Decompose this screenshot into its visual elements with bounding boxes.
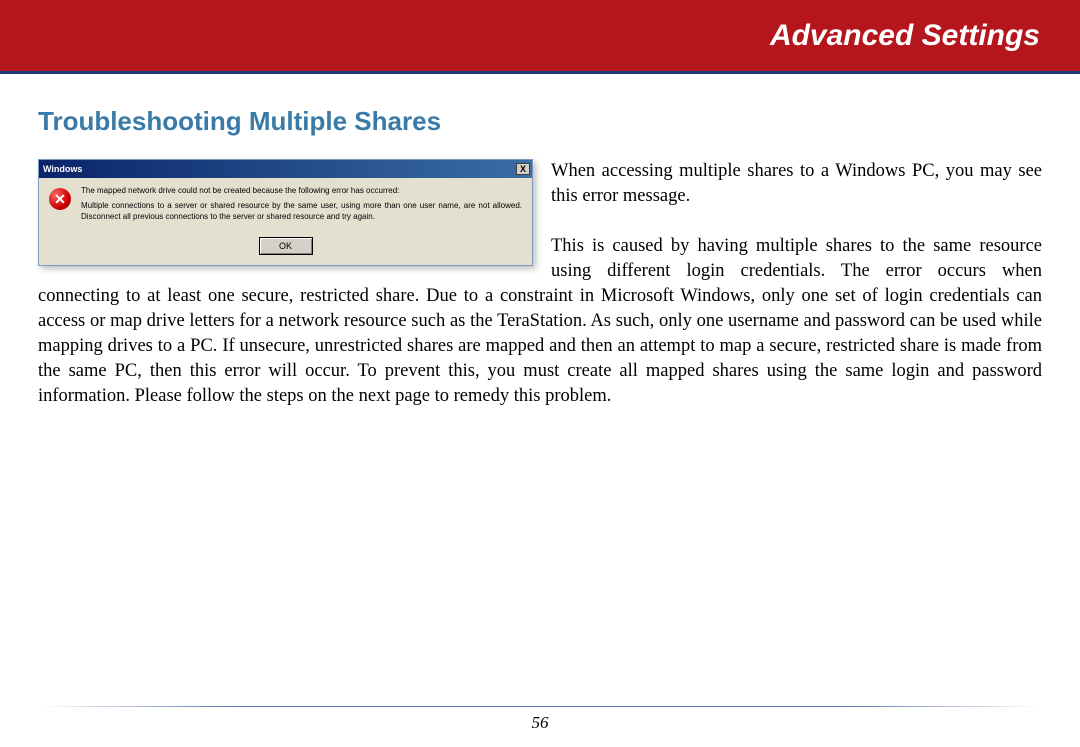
error-icon: ✕ (49, 188, 71, 210)
error-dialog-screenshot: Windows X ✕ The mapped network drive cou… (38, 159, 533, 266)
page-footer: 56 (0, 706, 1080, 733)
dialog-body: ✕ The mapped network drive could not be … (39, 178, 532, 237)
paragraph-1: When accessing multiple shares to a Wind… (551, 161, 1042, 206)
footer-rule (40, 706, 1040, 707)
header-band: Advanced Settings (0, 0, 1080, 74)
close-icon[interactable]: X (516, 163, 530, 175)
dialog-text: The mapped network drive could not be cr… (81, 186, 522, 227)
page-header-title: Advanced Settings (770, 19, 1040, 53)
ok-button[interactable]: OK (259, 237, 313, 255)
dialog-line-1: The mapped network drive could not be cr… (81, 186, 522, 196)
page-number: 56 (532, 713, 549, 733)
dialog-button-row: OK (39, 237, 532, 265)
section-title: Troubleshooting Multiple Shares (38, 106, 1042, 137)
dialog-line-2: Multiple connections to a server or shar… (81, 201, 522, 222)
dialog-title: Windows (43, 163, 82, 175)
dialog-titlebar: Windows X (39, 160, 532, 178)
windows-error-dialog: Windows X ✕ The mapped network drive cou… (38, 159, 533, 266)
body-text: Windows X ✕ The mapped network drive cou… (38, 159, 1042, 409)
content-area: Troubleshooting Multiple Shares Windows … (0, 74, 1080, 409)
